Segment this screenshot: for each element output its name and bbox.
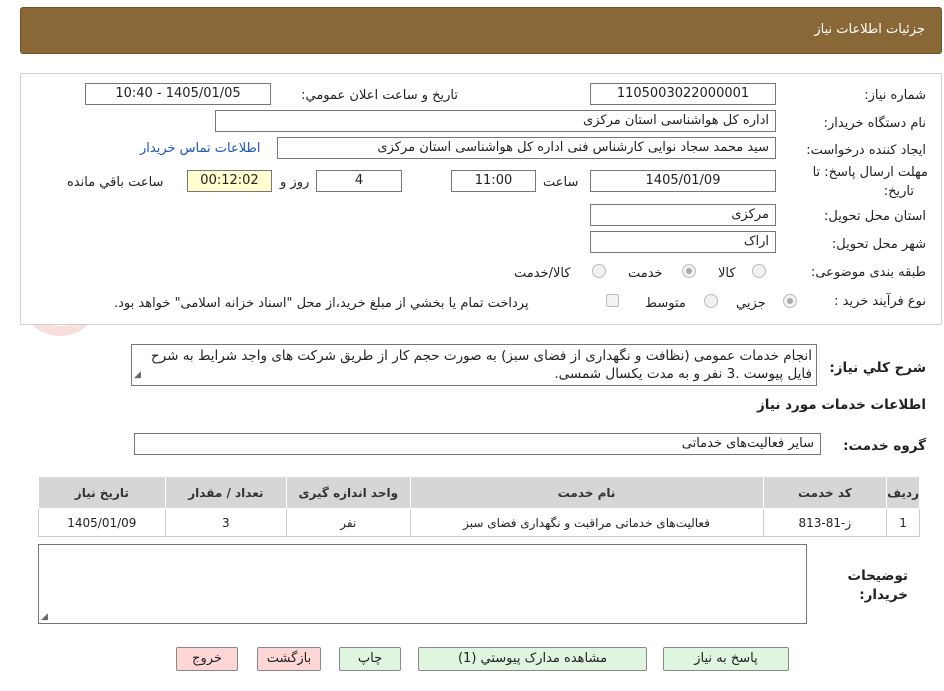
province-label: استان محل تحويل: <box>824 209 926 224</box>
cell-service-code: ز-81-813 <box>762 508 888 537</box>
category-label: طبقه بندی موضوعی: <box>810 265 926 280</box>
remaining-label: ساعت باقي مانده <box>67 175 164 190</box>
general-desc-textarea[interactable]: انجام خدمات عمومی (نظافت و نگهداری از فض… <box>131 344 817 386</box>
general-desc-label: شرح کلي نياز: <box>829 360 926 376</box>
buyer-notes-label-2: خريدار: <box>859 587 908 603</box>
announce-date-field[interactable]: 1405/01/05 - 10:40 <box>85 83 271 105</box>
days-field[interactable]: 4 <box>316 170 402 192</box>
resize-grip-icon[interactable]: ◢ <box>41 612 48 622</box>
cell-row: 1 <box>886 508 920 537</box>
requester-field[interactable]: سید محمد سجاد نوایی کارشناس فنی اداره کل… <box>277 137 776 159</box>
category-option-service: خدمت <box>628 266 663 281</box>
services-section-title: اطلاعات خدمات مورد نياز <box>756 397 926 413</box>
days-label: روز و <box>280 175 310 190</box>
process-label: نوع فرآيند خريد : <box>834 294 926 309</box>
deadline-date-field[interactable]: 1405/01/09 <box>590 170 776 192</box>
buyer-org-label: نام دستگاه خريدار: <box>823 116 926 131</box>
col-service-name: نام خدمت <box>409 476 764 509</box>
cell-quantity: 3 <box>164 508 288 537</box>
category-radio-goods[interactable] <box>752 264 766 278</box>
need-number-field[interactable]: 1105003022000001 <box>590 83 776 105</box>
back-button[interactable]: بازگشت <box>257 647 321 671</box>
requester-label: ايجاد کننده درخواست: <box>806 143 926 158</box>
service-group-field[interactable]: سایر فعالیت‌های خدماتی <box>134 433 821 455</box>
remaining-time-field[interactable]: 00:12:02 <box>187 170 272 192</box>
deadline-label: مهلت ارسال پاسخ: تا <box>812 165 928 180</box>
deadline-time-label: ساعت <box>543 175 579 190</box>
announce-date-label: تاريخ و ساعت اعلان عمومي: <box>301 88 458 103</box>
buyer-notes-textarea[interactable]: ◢ <box>38 544 807 624</box>
cell-unit: نفر <box>286 508 411 537</box>
category-radio-service[interactable] <box>682 264 696 278</box>
buyer-notes-label-1: توضيحات <box>847 568 908 584</box>
service-group-label: گروه خدمت: <box>843 438 926 454</box>
process-radio-medium[interactable] <box>704 294 718 308</box>
page-title: جزئيات اطلاعات نياز <box>814 22 925 37</box>
deadline-date-label: تاريخ: <box>883 184 914 199</box>
resize-grip-icon[interactable]: ◢ <box>134 366 141 384</box>
category-radio-goods-service[interactable] <box>592 264 606 278</box>
table-header-row: رديف کد خدمت نام خدمت واحد اندازه گيری ت… <box>38 476 920 509</box>
city-label: شهر محل تحويل: <box>831 237 926 252</box>
col-unit: واحد اندازه گيری <box>286 476 411 509</box>
buyer-contact-link[interactable]: اطلاعات تماس خريدار <box>140 141 260 156</box>
city-field[interactable]: اراک <box>590 231 776 253</box>
table-row: 1 ز-81-813 فعالیت‌های خدماتی مراقبت و نگ… <box>38 508 920 537</box>
exit-button[interactable]: خروج <box>176 647 238 671</box>
cell-service-name: فعالیت‌های خدماتی مراقبت و نگهداری فضای … <box>409 508 764 537</box>
deadline-time-field[interactable]: 11:00 <box>451 170 536 192</box>
treasury-checkbox[interactable] <box>606 294 619 307</box>
buyer-org-field[interactable]: اداره کل هواشناسی استان مرکزی <box>215 110 776 132</box>
col-quantity: تعداد / مقدار <box>164 476 288 509</box>
category-option-goods: کالا <box>718 266 736 281</box>
col-row: رديف <box>886 476 920 509</box>
category-option-goods-service: کالا/خدمت <box>514 266 571 281</box>
services-table: رديف کد خدمت نام خدمت واحد اندازه گيری ت… <box>38 476 920 537</box>
view-attachments-button[interactable]: مشاهده مدارک پيوستي (1) <box>418 647 647 671</box>
need-number-label: شماره نياز: <box>864 88 926 103</box>
col-service-code: کد خدمت <box>762 476 888 509</box>
print-button[interactable]: چاپ <box>339 647 401 671</box>
process-option-minor: جزيي <box>736 296 766 311</box>
reply-button[interactable]: پاسخ به نياز <box>663 647 789 671</box>
page-header: جزئيات اطلاعات نياز <box>20 7 942 54</box>
process-radio-minor[interactable] <box>783 294 797 308</box>
col-need-date: تاريخ نياز <box>38 476 166 509</box>
payment-note: پرداخت تمام يا بخشي از مبلغ خريد،از محل … <box>114 296 529 311</box>
process-option-medium: متوسط <box>645 296 686 311</box>
cell-need-date: 1405/01/09 <box>38 508 166 537</box>
general-desc-text: انجام خدمات عمومی (نظافت و نگهداری از فض… <box>150 348 812 382</box>
province-field[interactable]: مرکزی <box>590 204 776 226</box>
